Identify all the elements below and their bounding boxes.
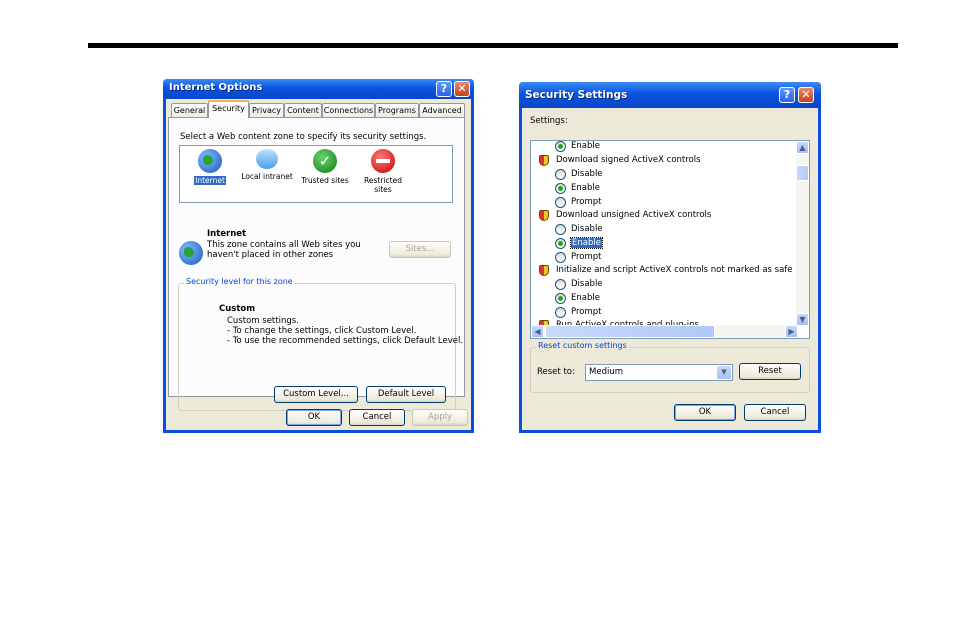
security-tab-pane: Select a Web content zone to specify its… xyxy=(168,117,465,411)
settings-list[interactable]: Enable Download signed ActiveX controls … xyxy=(530,140,810,339)
close-button[interactable]: ✕ xyxy=(454,81,470,97)
list-item[interactable]: Disable xyxy=(555,223,603,236)
shield-icon xyxy=(539,155,549,166)
zone-restricted-sites[interactable]: Restricted sites xyxy=(353,149,413,194)
tab-privacy[interactable]: Privacy xyxy=(249,103,284,117)
chevron-down-icon[interactable]: ▼ xyxy=(717,366,731,379)
close-button[interactable]: ✕ xyxy=(798,87,814,103)
shield-icon xyxy=(539,210,549,221)
level-title: Custom xyxy=(219,304,256,314)
scroll-right-button[interactable]: ▶ xyxy=(785,325,798,338)
radio-button[interactable] xyxy=(555,141,566,152)
list-item[interactable]: Disable xyxy=(555,278,603,291)
internet-options-window: Internet Options ? ✕ General Security Pr… xyxy=(163,79,474,433)
list-item[interactable]: Enable xyxy=(555,292,600,305)
zone-description-1: This zone contains all Web sites you xyxy=(207,240,361,250)
radio-button[interactable] xyxy=(555,293,566,304)
zone-internet[interactable]: Internet xyxy=(180,149,240,185)
radio-button[interactable] xyxy=(555,224,566,235)
reset-to-label: Reset to: xyxy=(537,367,575,377)
help-button[interactable]: ? xyxy=(779,87,795,103)
apply-button[interactable]: Apply xyxy=(412,409,468,426)
scroll-left-button[interactable]: ◀ xyxy=(531,325,544,338)
tab-connections[interactable]: Connections xyxy=(322,103,375,117)
zone-heading: Internet xyxy=(207,229,247,239)
level-line-2: - To change the settings, click Custom L… xyxy=(227,326,417,336)
security-settings-window: Security Settings ? ✕ Settings: Enable D… xyxy=(519,82,821,433)
window-title: Internet Options xyxy=(169,82,263,93)
scroll-thumb[interactable] xyxy=(796,165,809,181)
list-item[interactable]: Enable xyxy=(555,182,600,195)
title-bar[interactable]: Security Settings ? ✕ xyxy=(519,82,821,108)
list-item[interactable]: Prompt xyxy=(555,306,602,319)
radio-button[interactable] xyxy=(555,252,566,263)
security-level-legend: Security level for this zone xyxy=(184,277,295,286)
scroll-up-button[interactable]: ▲ xyxy=(796,141,809,154)
zone-trusted-sites[interactable]: ✓ Trusted sites xyxy=(295,149,355,185)
list-item: Initialize and script ActiveX controls n… xyxy=(539,264,793,277)
radio-button[interactable] xyxy=(555,197,566,208)
radio-button[interactable] xyxy=(555,238,566,249)
custom-level-button[interactable]: Custom Level... xyxy=(274,386,358,403)
tab-content[interactable]: Content xyxy=(284,103,322,117)
scroll-thumb[interactable] xyxy=(545,325,715,338)
ok-button[interactable]: OK xyxy=(674,404,736,421)
zone-list: Internet Local intranet ✓ Trusted sites … xyxy=(179,145,453,203)
radio-button[interactable] xyxy=(555,279,566,290)
dialog-client: General Security Privacy Content Connect… xyxy=(166,99,471,430)
list-item[interactable]: Prompt xyxy=(555,251,602,264)
reset-to-dropdown[interactable]: Medium ▼ xyxy=(585,364,733,381)
list-item[interactable]: Enable xyxy=(555,141,600,153)
cancel-button[interactable]: Cancel xyxy=(744,404,806,421)
zone-local-intranet[interactable]: Local intranet xyxy=(237,149,297,181)
list-item[interactable]: Prompt xyxy=(555,196,602,209)
shield-icon xyxy=(539,265,549,276)
list-item: Download signed ActiveX controls xyxy=(539,154,701,167)
settings-label: Settings: xyxy=(530,116,568,126)
window-title: Security Settings xyxy=(525,89,628,101)
level-line-3: - To use the recommended settings, click… xyxy=(227,336,464,346)
tab-advanced[interactable]: Advanced xyxy=(419,103,465,117)
monitor-icon xyxy=(256,149,278,169)
top-rule xyxy=(88,43,898,48)
cancel-button[interactable]: Cancel xyxy=(349,409,405,426)
reset-legend: Reset custom settings xyxy=(536,341,629,350)
list-item: Download unsigned ActiveX controls xyxy=(539,209,711,222)
help-button[interactable]: ? xyxy=(436,81,452,97)
check-icon: ✓ xyxy=(313,149,337,173)
radio-button[interactable] xyxy=(555,169,566,180)
dialog-client: Settings: Enable Download signed ActiveX… xyxy=(522,108,818,430)
reset-button[interactable]: Reset xyxy=(739,363,801,380)
tab-general[interactable]: General xyxy=(171,103,208,117)
vertical-scrollbar[interactable]: ▲ ▼ xyxy=(796,141,809,326)
list-item[interactable]: Enable xyxy=(555,237,603,250)
no-entry-icon xyxy=(371,149,395,173)
sites-button[interactable]: Sites... xyxy=(389,241,451,258)
security-level-group: Security level for this zone Custom Cust… xyxy=(178,277,463,411)
globe-icon xyxy=(179,241,203,265)
zone-description-2: haven't placed in other zones xyxy=(207,250,334,260)
default-level-button[interactable]: Default Level xyxy=(366,386,446,403)
reset-group: Reset custom settings Reset to: Medium ▼… xyxy=(530,341,810,393)
zone-instruction: Select a Web content zone to specify its… xyxy=(180,132,427,142)
tab-programs[interactable]: Programs xyxy=(375,103,419,117)
horizontal-scrollbar[interactable]: ◀ ▶ xyxy=(531,325,798,338)
list-item[interactable]: Disable xyxy=(555,168,603,181)
title-bar[interactable]: Internet Options ? ✕ xyxy=(163,79,474,99)
tab-security[interactable]: Security xyxy=(208,100,249,118)
level-line-1: Custom settings. xyxy=(227,316,299,326)
globe-icon xyxy=(198,149,222,173)
ok-button[interactable]: OK xyxy=(286,409,342,426)
radio-button[interactable] xyxy=(555,183,566,194)
radio-button[interactable] xyxy=(555,307,566,318)
